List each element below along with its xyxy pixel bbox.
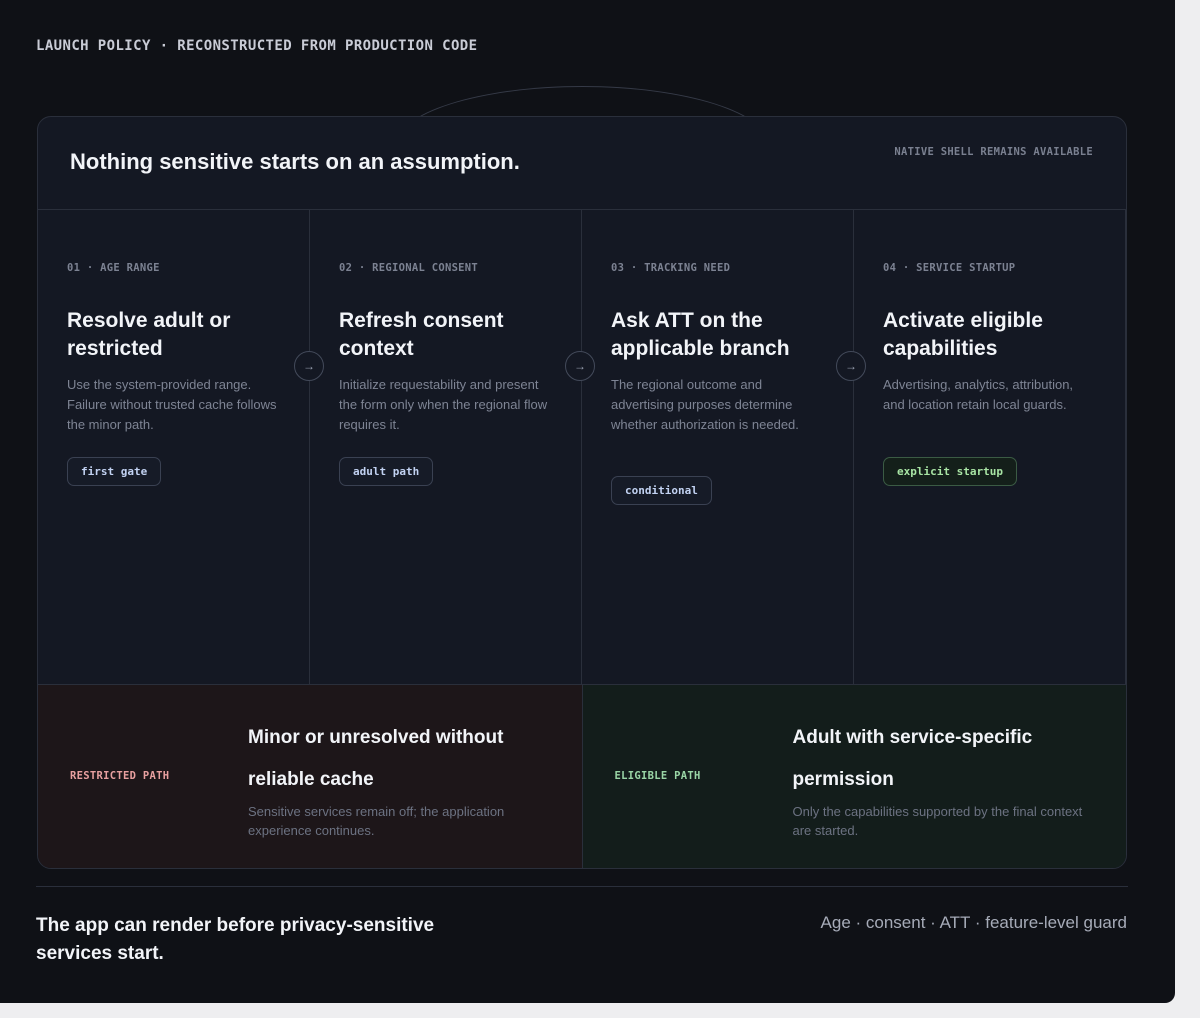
step-body: Advertising, analytics, attribution, and… (883, 377, 1074, 412)
path-heading: Adult with service-specific permission (792, 727, 1033, 790)
step-heading: Resolve adult or restricted (67, 309, 231, 360)
step-heading: Activate eligible capabilities (883, 309, 1043, 360)
step-tag: explicit startup (883, 457, 1017, 486)
arrow-right-icon: → (294, 351, 324, 381)
restricted-path: RESTRICTED PATH Minor or unresolved with… (38, 685, 583, 868)
step-eyebrow: 03 · TRACKING NEED (611, 262, 731, 274)
eligible-path: ELIGIBLE PATH Adult with service-specifi… (582, 685, 1126, 868)
footer-summary: The app can render before privacy-sensit… (36, 915, 435, 964)
step-tag: adult path (339, 457, 434, 486)
path-body: Sensitive services remain off; the appli… (248, 804, 505, 838)
step-body: Use the system-provided range. Failure w… (67, 377, 277, 432)
path-heading: Minor or unresolved without reliable cac… (248, 727, 504, 790)
path-body: Only the capabilities supported by the f… (792, 804, 1083, 838)
footer-divider (36, 886, 1128, 887)
path-label: ELIGIBLE PATH (614, 770, 701, 782)
step-regional-consent: 02 · REGIONAL CONSENT Refresh consent co… (310, 209, 582, 684)
launch-policy-panel: LAUNCH POLICY · RECONSTRUCTED FROM PRODU… (0, 0, 1175, 1003)
card-title: Nothing sensitive starts on an assumptio… (70, 149, 520, 174)
footer-meta: Age · consent · ATT · feature-level guar… (820, 913, 1127, 932)
step-eyebrow: 04 · SERVICE STARTUP (883, 262, 1016, 274)
step-service-startup: 04 · SERVICE STARTUP Activate eligible c… (854, 209, 1126, 684)
step-tracking-need: 03 · TRACKING NEED Ask ATT on the applic… (582, 209, 854, 684)
step-heading: Ask ATT on the applicable branch (611, 309, 790, 360)
card-header: Nothing sensitive starts on an assumptio… (38, 117, 1126, 210)
outcome-paths: RESTRICTED PATH Minor or unresolved with… (38, 684, 1126, 868)
step-eyebrow: 02 · REGIONAL CONSENT (339, 262, 479, 274)
step-body: Initialize requestability and present th… (339, 377, 548, 432)
page-eyebrow: LAUNCH POLICY · RECONSTRUCTED FROM PRODU… (36, 38, 478, 54)
step-eyebrow: 01 · AGE RANGE (67, 262, 160, 274)
path-label: RESTRICTED PATH (70, 770, 170, 782)
arrow-right-icon: → (565, 351, 595, 381)
step-body: The regional outcome and advertising pur… (611, 377, 799, 432)
step-age-range: 01 · AGE RANGE Resolve adult or restrict… (38, 209, 310, 684)
steps-row: 01 · AGE RANGE Resolve adult or restrict… (38, 209, 1126, 684)
step-tag: first gate (67, 457, 162, 486)
step-heading: Refresh consent context (339, 309, 504, 360)
card-note: NATIVE SHELL REMAINS AVAILABLE (894, 146, 1093, 158)
arrow-right-icon: → (836, 351, 866, 381)
policy-card: Nothing sensitive starts on an assumptio… (37, 116, 1127, 869)
step-tag: conditional (611, 476, 712, 505)
